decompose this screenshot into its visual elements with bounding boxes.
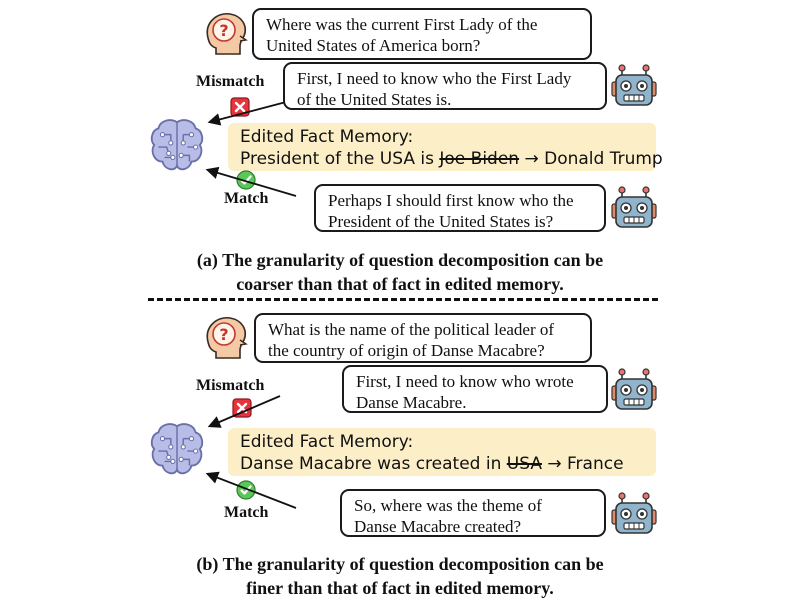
good-subquestion-bubble: So, where was the theme of Danse Macabre… [340, 489, 606, 537]
match-label: Match [224, 504, 269, 521]
caption-b: (b) The granularity of question decompos… [0, 552, 800, 600]
subquestion-line: So, where was the theme of [354, 496, 542, 515]
subquestion-line: Danse Macabre created? [354, 517, 522, 536]
caption-line: finer than that of fact in edited memory… [246, 578, 554, 598]
robot-icon [610, 490, 658, 538]
caption-line: (b) The granularity of question decompos… [196, 554, 604, 574]
